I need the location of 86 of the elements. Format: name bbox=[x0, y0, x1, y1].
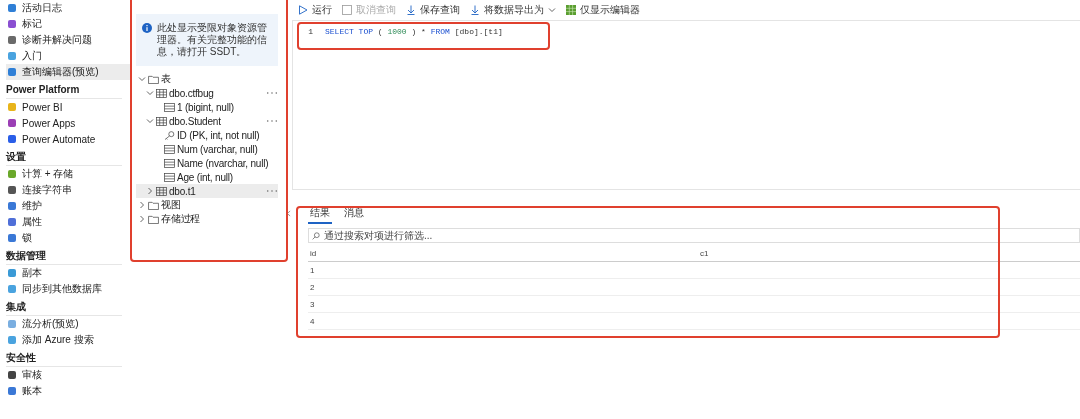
sidebar-item[interactable]: 维护 bbox=[6, 198, 130, 214]
more-icon[interactable] bbox=[266, 119, 278, 123]
tree-item-label: dbo.Student bbox=[169, 115, 222, 127]
section-header: 数据管理 bbox=[6, 246, 122, 265]
stop-icon bbox=[342, 5, 352, 15]
tree-item[interactable]: Age (int, null) bbox=[136, 170, 278, 184]
tree-item[interactable]: 存储过程 bbox=[136, 212, 278, 226]
code-editor[interactable]: 1 SELECT TOP ( 1000 ) * FROM [dbo].[t1] bbox=[292, 20, 1080, 190]
sidebar-item[interactable]: Power BI bbox=[6, 99, 130, 115]
tab[interactable]: 结果 bbox=[308, 206, 332, 224]
toolbar-button[interactable]: 仅显示编辑器 bbox=[566, 3, 640, 17]
tree-item-label: dbo.t1 bbox=[169, 185, 197, 197]
download-icon bbox=[406, 5, 416, 15]
column-icon bbox=[164, 158, 175, 168]
sidebar-item[interactable]: 属性 bbox=[6, 214, 130, 230]
column-header: id bbox=[309, 248, 318, 258]
tree-item[interactable]: Name (nvarchar, null) bbox=[136, 156, 278, 170]
sidebar-item[interactable]: 活动日志 bbox=[6, 0, 130, 16]
sidebar-item[interactable]: Power Automate bbox=[6, 131, 130, 147]
tree-item[interactable]: ID (PK, int, not null) bbox=[136, 128, 278, 142]
table-cell-text: 4 bbox=[309, 316, 316, 326]
sidebar-item[interactable]: 副本 bbox=[6, 265, 130, 281]
sidebar-item[interactable]: 诊断并解决问题 bbox=[6, 32, 130, 48]
sidebar-item[interactable]: 计算 + 存储 bbox=[6, 166, 130, 182]
sidebar-item[interactable]: 同步到其他数据库 bbox=[6, 281, 130, 297]
toolbar-button[interactable]: 保存查询 bbox=[406, 3, 460, 17]
code-line: SELECT TOP ( 1000 ) * FROM [dbo].[t1] bbox=[325, 27, 503, 36]
section-header: Power Platform bbox=[6, 80, 122, 99]
sidebar-item[interactable]: 流分析(预览) bbox=[6, 316, 130, 332]
sidebar-item[interactable]: 添加 Azure 搜索 bbox=[6, 332, 130, 348]
download-icon bbox=[470, 5, 480, 15]
sidebar-item[interactable]: 账本 bbox=[6, 383, 130, 399]
tree-item-label: 存储过程 bbox=[161, 212, 202, 226]
tree-item-label: ID (PK, int, not null) bbox=[177, 129, 261, 141]
table-cell-text: 2 bbox=[309, 282, 316, 292]
sidebar-item[interactable]: 审核 bbox=[6, 367, 130, 383]
section-header: 安全性 bbox=[6, 348, 122, 367]
column-icon bbox=[164, 172, 175, 182]
tree-item-label: Age (int, null) bbox=[177, 171, 234, 183]
tree-item[interactable]: dbo.t1 bbox=[136, 184, 278, 198]
sidebar-item[interactable]: 入门 bbox=[6, 48, 130, 64]
more-icon[interactable] bbox=[266, 91, 278, 95]
column-header: c1 bbox=[699, 248, 710, 258]
toolbar-button[interactable]: 运行 bbox=[298, 3, 332, 17]
info-text: 此处显示受限对象资源管理器。有关完整功能的信息，请打开 SSDT。 bbox=[157, 22, 268, 58]
filter-field[interactable]: 通过搜索对项进行筛选... bbox=[308, 228, 1080, 243]
key-icon bbox=[164, 130, 175, 140]
folder-icon bbox=[148, 214, 159, 224]
table-cell-text: 1 bbox=[309, 265, 316, 275]
folder-icon bbox=[148, 74, 159, 84]
caret-icon bbox=[548, 7, 556, 13]
sidebar-item[interactable]: Power Apps bbox=[6, 115, 130, 131]
tree-item-label: 1 (bigint, null) bbox=[177, 101, 235, 113]
more-icon[interactable] bbox=[266, 189, 278, 193]
tree-item[interactable]: 1 (bigint, null) bbox=[136, 100, 278, 114]
table-icon bbox=[156, 186, 167, 196]
chevron-left-icon[interactable] bbox=[286, 210, 291, 217]
tree-item-label: 表 bbox=[161, 72, 172, 86]
tree-item-label: Name (nvarchar, null) bbox=[177, 157, 270, 169]
tab[interactable]: 消息 bbox=[342, 206, 366, 224]
tree-item[interactable]: dbo.ctfbug bbox=[136, 86, 278, 100]
tree-item-label: dbo.ctfbug bbox=[169, 87, 215, 99]
section-header: 设置 bbox=[6, 147, 122, 166]
search-icon bbox=[312, 232, 320, 240]
info-icon bbox=[142, 23, 152, 33]
toolbar-button[interactable]: 将数据导出为 bbox=[470, 3, 556, 17]
sidebar-item[interactable]: 连接字符串 bbox=[6, 182, 130, 198]
table-cell-text: 3 bbox=[309, 299, 316, 309]
table-icon bbox=[156, 88, 167, 98]
play-icon bbox=[298, 5, 308, 15]
folder-icon bbox=[148, 200, 159, 210]
tree-item[interactable]: dbo.Student bbox=[136, 114, 278, 128]
section-header: 集成 bbox=[6, 297, 122, 316]
column-icon bbox=[164, 144, 175, 154]
sidebar-item[interactable]: 查询编辑器(预览) bbox=[6, 64, 130, 80]
sidebar-item[interactable]: 标记 bbox=[6, 16, 130, 32]
column-icon bbox=[164, 102, 175, 112]
tree-item[interactable]: Num (varchar, null) bbox=[136, 142, 278, 156]
tree-item-label: 视图 bbox=[161, 198, 182, 212]
grid-icon bbox=[566, 5, 576, 15]
tree-item[interactable]: 表 bbox=[136, 72, 278, 86]
tree-item-label: Num (varchar, null) bbox=[177, 143, 259, 155]
tree-item[interactable]: 视图 bbox=[136, 198, 278, 212]
sidebar-item[interactable]: 锁 bbox=[6, 230, 130, 246]
table-icon bbox=[156, 116, 167, 126]
line-number: 1 bbox=[307, 27, 314, 36]
